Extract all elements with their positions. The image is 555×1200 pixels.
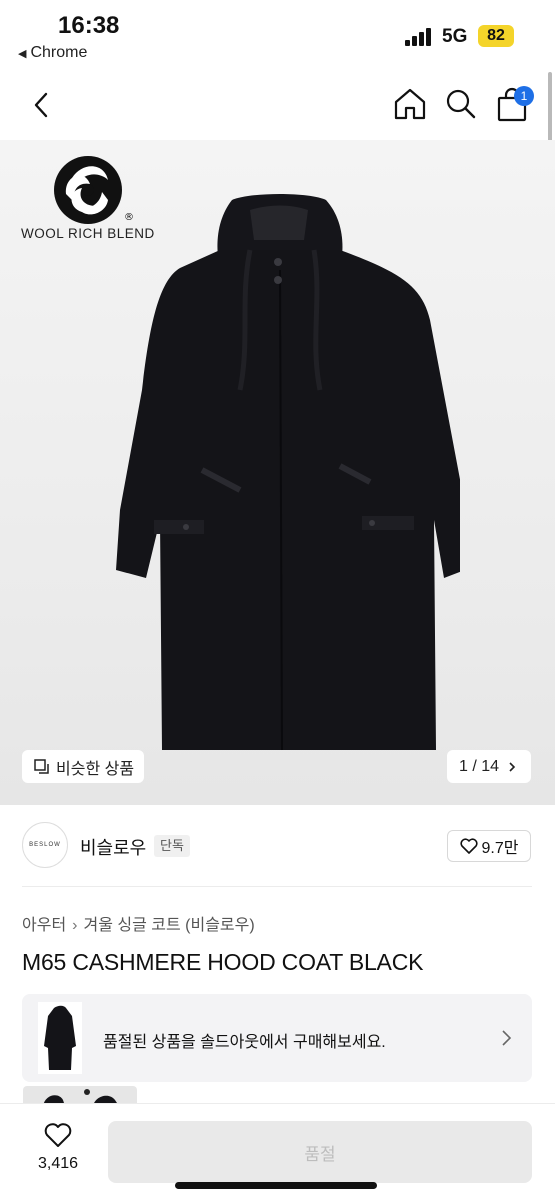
back-triangle-icon: ◀ bbox=[18, 48, 27, 60]
seller-name[interactable]: 비슬로우 bbox=[80, 834, 146, 860]
product-title: M65 CASHMERE HOOD COAT BLACK bbox=[22, 949, 424, 975]
exclusive-badge: 단독 bbox=[154, 835, 190, 857]
soldout-banner-text: 품절된 상품을 솔드아웃에서 구매해보세요. bbox=[103, 1034, 386, 1051]
search-icon bbox=[446, 89, 476, 119]
similar-items-button[interactable]: 비슷한 상품 bbox=[22, 750, 145, 783]
divider bbox=[22, 886, 532, 887]
chevron-left-icon bbox=[34, 92, 48, 118]
product-photo-coat bbox=[116, 194, 460, 751]
image-pager[interactable]: 1 / 14 bbox=[447, 750, 531, 783]
chevron-right-icon bbox=[502, 1030, 512, 1046]
breadcrumb-item[interactable]: 아우터 bbox=[22, 917, 66, 934]
seller-avatar[interactable]: BESLOW bbox=[22, 822, 68, 868]
home-icon bbox=[394, 88, 426, 120]
breadcrumb-separator-icon: › bbox=[72, 917, 78, 934]
wishlist-button[interactable]: 3,416 bbox=[30, 1122, 86, 1173]
back-app-label: Chrome bbox=[30, 44, 88, 61]
battery-icon: 82 bbox=[478, 25, 514, 47]
seller-like-count: 9.7만 bbox=[481, 840, 519, 857]
breadcrumb: 아우터 › 겨울 싱글 코트 (비슬로우) bbox=[22, 911, 255, 935]
pager-label: 1 / 14 bbox=[458, 757, 500, 775]
product-image-carousel[interactable]: ® WOOL RICH BLEND 비슷한 상품 1 / 14 bbox=[0, 140, 555, 805]
signal-icon bbox=[405, 28, 435, 46]
back-to-app-link[interactable]: ◀ Chrome bbox=[18, 44, 87, 62]
wishlist-count: 3,416 bbox=[37, 1155, 79, 1172]
search-button[interactable] bbox=[444, 86, 478, 122]
status-bar: 16:38 ◀ Chrome 5G 82 bbox=[0, 0, 555, 70]
copy-icon bbox=[34, 758, 50, 775]
heart-icon bbox=[459, 838, 478, 854]
cart-count-badge: 1 bbox=[514, 86, 534, 106]
soldout-resale-banner[interactable]: 품절된 상품을 솔드아웃에서 구매해보세요. bbox=[22, 994, 532, 1082]
seller-like-button[interactable]: 9.7만 bbox=[447, 830, 531, 862]
home-indicator[interactable] bbox=[175, 1182, 377, 1189]
banner-product-thumbnail bbox=[38, 1002, 82, 1074]
seller-logo-text: BESLOW bbox=[29, 842, 61, 848]
cart-button[interactable]: 1 bbox=[494, 86, 534, 124]
network-label: 5G bbox=[442, 26, 468, 47]
heart-icon bbox=[44, 1123, 72, 1147]
status-time: 16:38 bbox=[58, 12, 120, 39]
similar-items-label: 비슷한 상품 bbox=[56, 760, 135, 778]
breadcrumb-item[interactable]: 겨울 싱글 코트 (비슬로우) bbox=[84, 917, 255, 934]
chevron-right-icon bbox=[509, 761, 516, 772]
back-button[interactable] bbox=[28, 88, 58, 122]
home-button[interactable] bbox=[392, 86, 428, 122]
soldout-purchase-button[interactable]: 품절 bbox=[108, 1121, 532, 1183]
